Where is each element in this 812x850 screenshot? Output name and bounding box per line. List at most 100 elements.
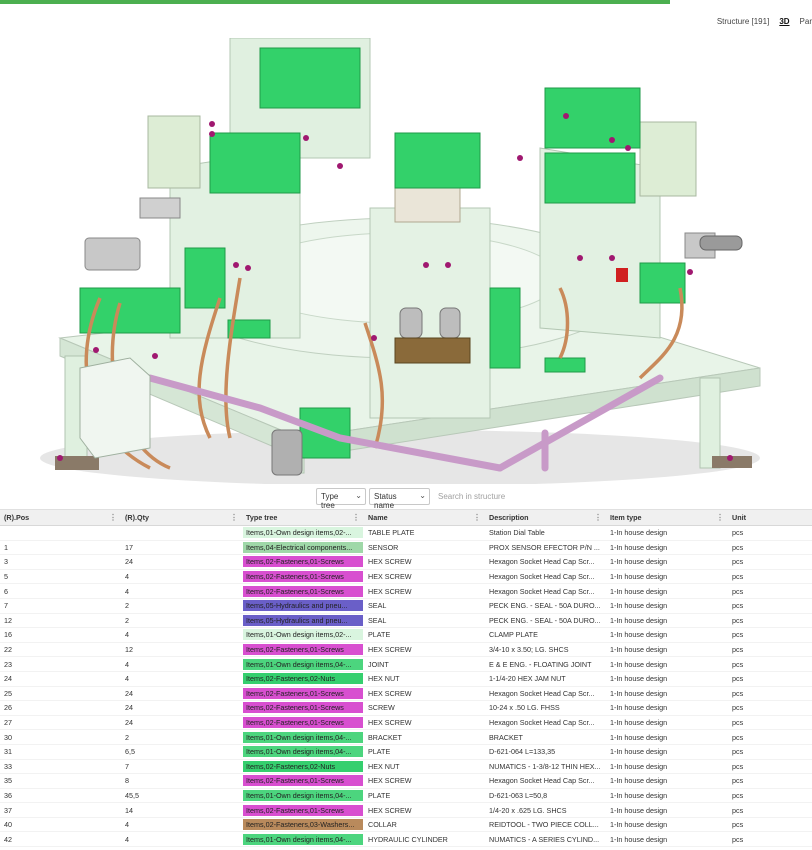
type-tree-select[interactable]: Type tree ⌄ (316, 488, 366, 510)
table-row[interactable]: 16 4 Items,01-Own design items,02-... PLATE… (0, 627, 812, 643)
type-tree-tag: Items,04-Electrical components... (243, 541, 363, 553)
cell-unit: pcs (728, 773, 812, 789)
cell-item-type: 1-In house design (606, 671, 728, 687)
structure-table: (R).Pos ⋮ (R).Qty ⋮ Type tree ⋮ Name ⋮ Descr… (0, 509, 812, 850)
cell-type-tree: Items,02-Fasteners,01-Screws (242, 773, 364, 789)
table-row[interactable]: 12 2 Items,05-Hydraulics and pneu... SEAL PE… (0, 613, 812, 629)
table-row[interactable]: 22 12 Items,02-Fasteners,01-Screws HEX SCRE… (0, 642, 812, 658)
tab-parts[interactable]: Par (800, 17, 812, 26)
structure-filter-bar: Type tree ⌄ Status name ⌄ (0, 486, 812, 510)
cell-description: 10-24 x .50 LG. FHSS (485, 700, 606, 716)
cell-pos: 35 (0, 773, 121, 789)
type-tree-tag: Items,02-Fasteners,01-Screws (243, 585, 363, 597)
cell-name: PLATE (364, 788, 485, 804)
table-row[interactable]: 6 4 Items,02-Fasteners,01-Screws HEX SCREW H… (0, 583, 812, 599)
table-row[interactable]: 26 24 Items,02-Fasteners,01-Screws SCREW 10-… (0, 700, 812, 716)
cell-qty: 8 (121, 773, 242, 789)
cell-description: Hexagon Socket Head Cap Scr... (485, 715, 606, 731)
table-row[interactable]: 7 2 Items,05-Hydraulics and pneu... SEAL PEC… (0, 598, 812, 614)
cell-type-tree: Items,02-Fasteners,03-Washers... (242, 817, 364, 833)
column-header-type-tree[interactable]: Type tree ⋮ (242, 509, 364, 526)
column-header-description[interactable]: Description ⋮ (485, 509, 606, 526)
cell-pos: 23 (0, 656, 121, 672)
cell-item-type: 1-In house design (606, 569, 728, 585)
cell-item-type: 1-In house design (606, 583, 728, 599)
cell-item-type: 1-In house design (606, 729, 728, 745)
column-menu-icon[interactable]: ⋮ (473, 513, 481, 522)
status-name-select[interactable]: Status name ⌄ (369, 488, 430, 510)
table-row[interactable]: 36 45,5 Items,01-Own design items,04-... PL… (0, 788, 812, 804)
cell-qty: 2 (121, 729, 242, 745)
cell-unit: pcs (728, 759, 812, 775)
cell-name: HEX NUT (364, 671, 485, 687)
cell-item-type: 1-In house design (606, 817, 728, 833)
table-row[interactable]: 24 4 Items,02-Fasteners,02-Nuts HEX NUT 1-1/… (0, 671, 812, 687)
type-tree-tag: Items,01-Own design items,02-... (243, 629, 363, 641)
column-menu-icon[interactable]: ⋮ (109, 513, 117, 522)
column-menu-icon[interactable]: ⋮ (352, 513, 360, 522)
table-row[interactable]: Items,01-Own design items,02-... TABLE PL… (0, 525, 812, 541)
cell-type-tree: Items,02-Fasteners,02-Nuts (242, 759, 364, 775)
tab-3d[interactable]: 3D (779, 17, 789, 26)
cell-pos: 25 (0, 686, 121, 702)
table-row[interactable]: 33 7 Items,02-Fasteners,02-Nuts HEX NUT NUMA… (0, 759, 812, 775)
cell-name: HEX NUT (364, 759, 485, 775)
cell-pos: 24 (0, 671, 121, 687)
type-tree-tag: Items,02-Fasteners,02-Nuts (243, 760, 363, 772)
cell-qty: 17 (121, 540, 242, 556)
cell-pos: 31 (0, 744, 121, 760)
cell-type-tree: Items,02-Fasteners,01-Screws (242, 554, 364, 570)
cell-name: COLLAR (364, 817, 485, 833)
cell-qty: 4 (121, 671, 242, 687)
cell-type-tree: Items,01-Own design items,04-... (242, 744, 364, 760)
column-header-qty[interactable]: (R).Qty ⋮ (121, 509, 242, 526)
structure-search-input[interactable] (434, 488, 624, 505)
cell-unit: pcs (728, 715, 812, 731)
3d-model-render[interactable] (0, 38, 812, 484)
cell-name: BRACKET (364, 729, 485, 745)
column-header-item-type[interactable]: Item type ⋮ (606, 509, 728, 526)
cell-name: HEX SCREW (364, 642, 485, 658)
cell-item-type: 1-In house design (606, 554, 728, 570)
cell-description: Hexagon Socket Head Cap Scr... (485, 686, 606, 702)
table-row[interactable]: 37 14 Items,02-Fasteners,01-Screws HEX SCRE… (0, 802, 812, 818)
cell-pos: 22 (0, 642, 121, 658)
column-header-name[interactable]: Name ⋮ (364, 509, 485, 526)
cell-item-type: 1-In house design (606, 598, 728, 614)
table-row[interactable]: 3 24 Items,02-Fasteners,01-Screws HEX SCREW… (0, 554, 812, 570)
cell-qty: 2 (121, 598, 242, 614)
3d-viewport[interactable] (0, 38, 812, 484)
tab-structure[interactable]: Structure [191] (717, 17, 769, 26)
table-row[interactable]: 42 4 Items,01-Own design items,04-... HYDRA… (0, 831, 812, 848)
cell-qty: 14 (121, 802, 242, 818)
cell-pos: 16 (0, 627, 121, 643)
table-row[interactable]: 40 4 Items,02-Fasteners,03-Washers... COLLA… (0, 817, 812, 833)
cell-type-tree: Items,01-Own design items,04-... (242, 656, 364, 672)
cell-qty: 24 (121, 700, 242, 716)
column-menu-icon[interactable]: ⋮ (230, 513, 238, 522)
header-bar: Structure [191] 3D Par (0, 4, 812, 38)
cell-qty: 45,5 (121, 788, 242, 804)
column-menu-icon[interactable]: ⋮ (716, 513, 724, 522)
cell-qty: 24 (121, 554, 242, 570)
table-row[interactable]: 30 2 Items,01-Own design items,04-... BRACK… (0, 729, 812, 745)
cell-pos: 42 (0, 831, 121, 848)
table-row[interactable]: 35 8 Items,02-Fasteners,01-Screws HEX SCREW… (0, 773, 812, 789)
column-header-unit[interactable]: Unit (728, 509, 812, 526)
cell-pos: 33 (0, 759, 121, 775)
cell-unit: pcs (728, 525, 812, 541)
table-row[interactable]: 31 6,5 Items,01-Own design items,04-... PLA… (0, 744, 812, 760)
type-tree-tag: Items,02-Fasteners,01-Screws (243, 556, 363, 568)
type-tree-tag: Items,01-Own design items,04-... (243, 658, 363, 670)
cell-item-type: 1-In house design (606, 525, 728, 541)
column-header-pos[interactable]: (R).Pos ⋮ (0, 509, 121, 526)
column-menu-icon[interactable]: ⋮ (594, 513, 602, 522)
table-row[interactable]: 1 17 Items,04-Electrical components... SENS… (0, 540, 812, 556)
cell-type-tree: Items,02-Fasteners,01-Screws (242, 700, 364, 716)
cell-unit: pcs (728, 598, 812, 614)
table-row[interactable]: 23 4 Items,01-Own design items,04-... JOINT… (0, 656, 812, 672)
table-row[interactable]: 5 4 Items,02-Fasteners,01-Screws HEX SCREW H… (0, 569, 812, 585)
cell-name: SENSOR (364, 540, 485, 556)
table-row[interactable]: 27 24 Items,02-Fasteners,01-Screws HEX SCRE… (0, 715, 812, 731)
table-row[interactable]: 25 24 Items,02-Fasteners,01-Screws HEX SCRE… (0, 686, 812, 702)
